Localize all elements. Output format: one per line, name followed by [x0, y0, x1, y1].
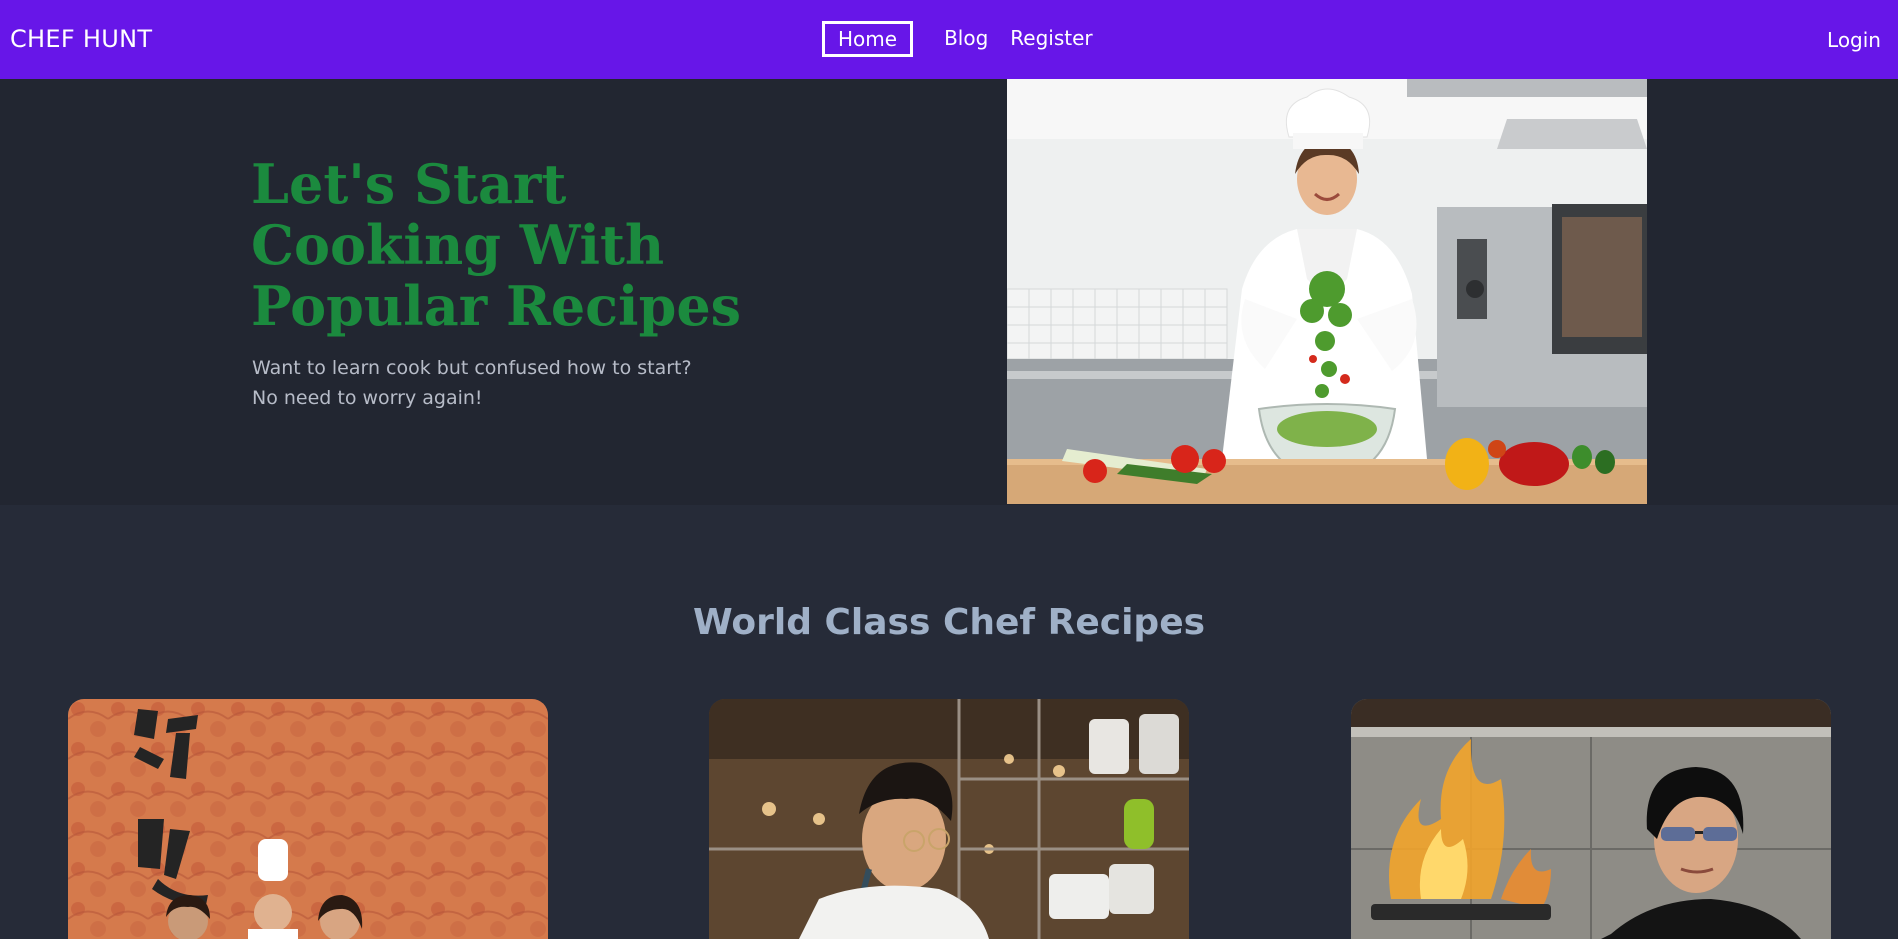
section-title: World Class Chef Recipes	[692, 602, 1206, 643]
chef-card-3-image	[1351, 699, 1831, 939]
chef-card-2[interactable]	[709, 699, 1189, 939]
hero-subtitle: Want to learn cook but confused how to s…	[252, 353, 692, 413]
nav-home-link[interactable]: Home	[822, 21, 914, 57]
chef-card-1[interactable]	[68, 699, 548, 939]
hero-section: Let's Start Cooking With Popular Recipes…	[0, 79, 1898, 505]
nav-links: Home Blog Register	[822, 21, 1093, 57]
chef-card-1-image	[68, 699, 548, 939]
hero-chef-image	[1007, 79, 1647, 504]
chef-card-2-image	[709, 699, 1189, 939]
hero-subtitle-line-1: Want to learn cook but confused how to s…	[252, 357, 692, 379]
hero-title: Let's Start Cooking With Popular Recipes	[251, 152, 742, 338]
brand-logo[interactable]: CHEF HUNT	[10, 25, 152, 53]
login-link[interactable]: Login	[1827, 28, 1881, 52]
chef-card-3[interactable]	[1351, 699, 1831, 939]
hero-subtitle-line-2: No need to worry again!	[252, 387, 483, 409]
nav-blog-link[interactable]: Blog	[944, 26, 988, 50]
navbar: CHEF HUNT Home Blog Register Login	[0, 0, 1898, 79]
nav-register-link[interactable]: Register	[1010, 26, 1092, 50]
